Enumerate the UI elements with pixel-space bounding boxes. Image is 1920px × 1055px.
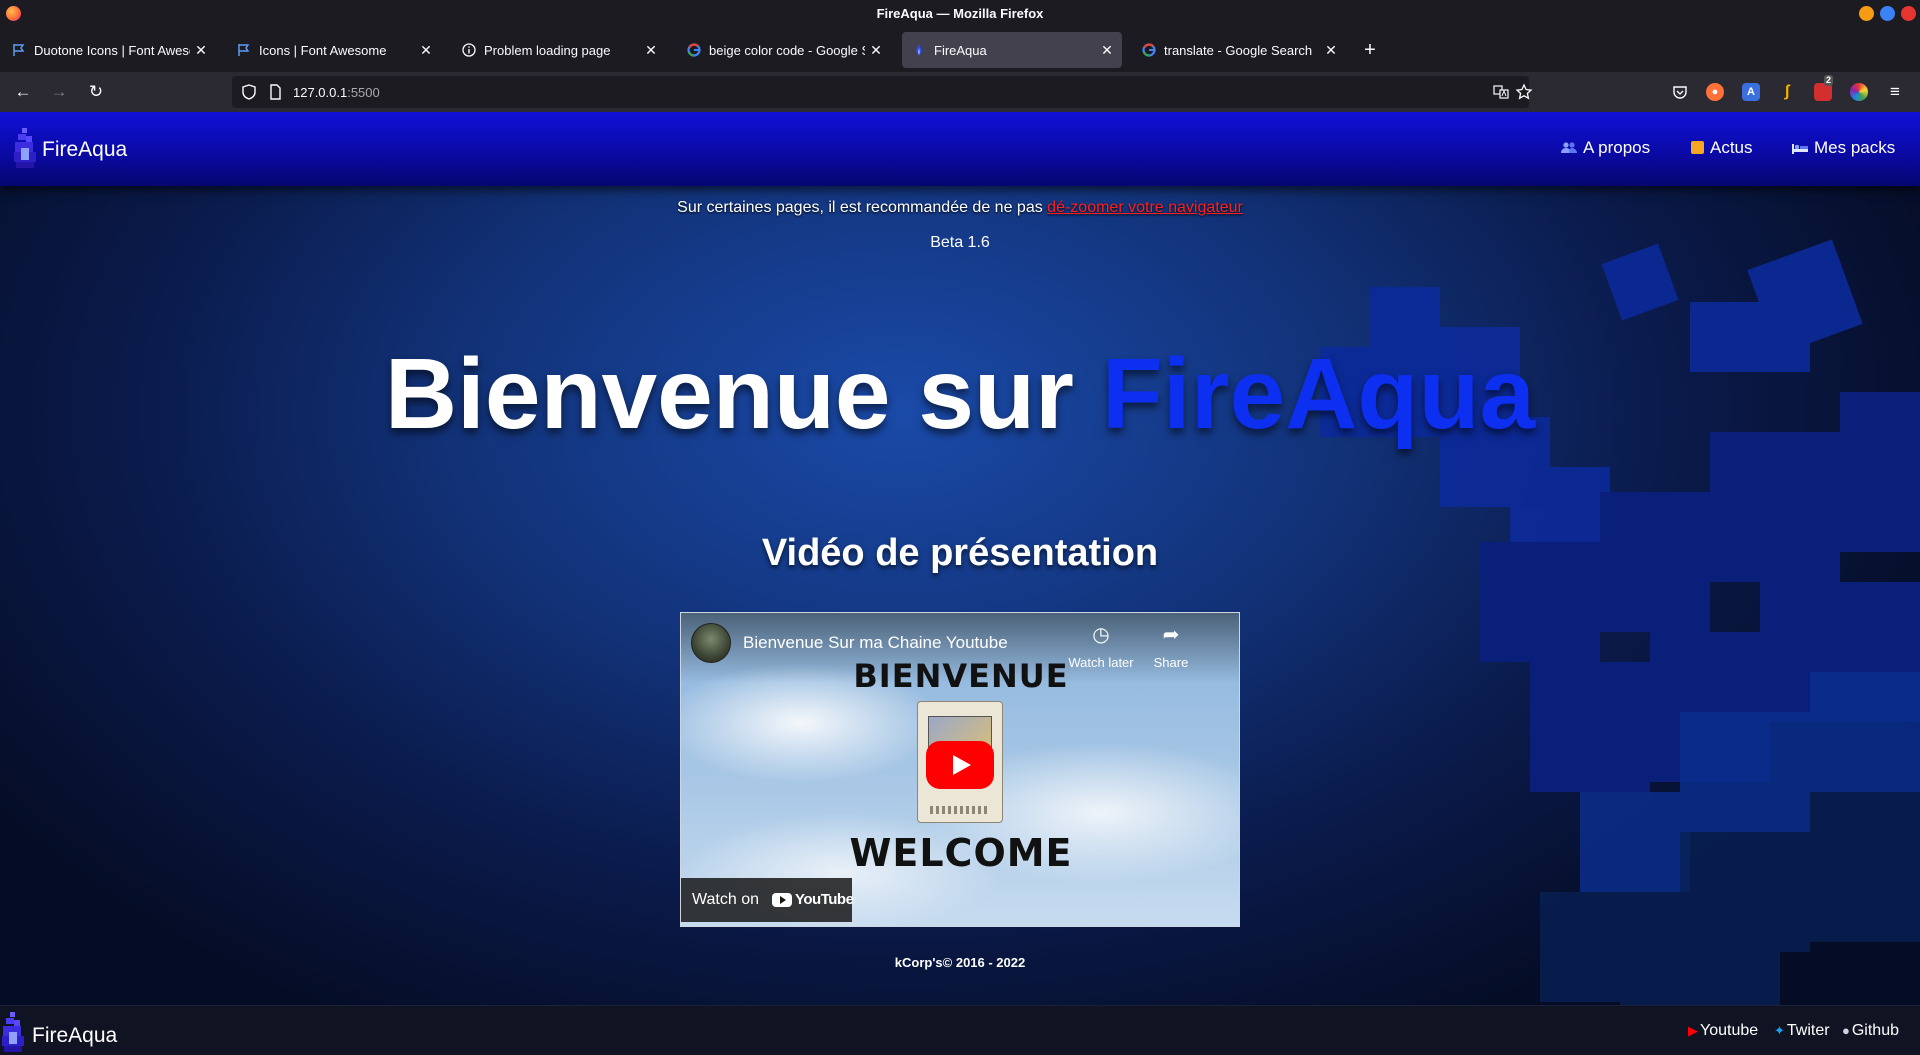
tab-fireaqua[interactable]: FireAqua ✕ (902, 32, 1122, 68)
google-icon (1142, 43, 1156, 57)
extension-color-picker-icon[interactable] (1850, 83, 1868, 101)
info-icon (462, 43, 476, 57)
flag-icon (238, 44, 250, 56)
url-text[interactable]: 127.0.0.1:5500 (293, 85, 380, 100)
rss-icon (1691, 141, 1704, 154)
tab-duotone-icons[interactable]: Duotone Icons | Font Awesome ✕ (2, 32, 216, 68)
footer-link-youtube[interactable]: ▶ Youtube (1688, 1022, 1758, 1040)
footer-brand-name: FireAqua (32, 1024, 118, 1047)
footer-link-label: Twiter (1786, 1022, 1830, 1039)
bed-icon (1792, 139, 1808, 154)
extension-badge-icon[interactable]: 2 (1814, 75, 1834, 101)
fireaqua-logo-icon (14, 128, 36, 168)
back-arrow-icon[interactable]: ← (11, 80, 35, 104)
page-icon[interactable] (266, 83, 284, 101)
extension-orange-icon[interactable]: ● (1706, 83, 1724, 101)
tab-label: beige color code - Google Search (709, 43, 865, 58)
close-tab-icon[interactable]: ✕ (417, 41, 435, 59)
brand-name: FireAqua (42, 138, 128, 161)
watch-on-youtube-button[interactable]: Watch on YouTube (681, 878, 854, 922)
watch-on-label: Watch on (692, 891, 759, 908)
tab-label: translate - Google Search (1164, 43, 1313, 58)
tab-strip: Duotone Icons | Font Awesome ✕ Icons | F… (0, 28, 1920, 72)
window-titlebar: FireAqua — Mozilla Firefox (0, 0, 1920, 28)
fireaqua-icon (916, 44, 922, 56)
tab-icons-font-awesome[interactable]: Icons | Font Awesome ✕ (227, 32, 441, 68)
flag-icon (13, 44, 25, 56)
extension-pen-icon[interactable]: ʃ (1778, 83, 1796, 101)
translate-icon[interactable] (1492, 83, 1510, 101)
close-tab-icon[interactable]: ✕ (867, 41, 885, 59)
zoom-notice: Sur certaines pages, il est recommandée … (0, 199, 1920, 217)
tab-beige-color-code[interactable]: beige color code - Google Search ✕ (677, 32, 891, 68)
nav-link-label: A propos (1583, 138, 1651, 157)
tab-label: Duotone Icons | Font Awesome (34, 43, 190, 58)
footer-link-github[interactable]: ● Github (1842, 1022, 1899, 1040)
minimize-button[interactable] (1859, 6, 1874, 21)
play-button-icon[interactable] (926, 741, 994, 789)
copyright-text: kCorp's© 2016 - 2022 (894, 955, 1026, 970)
fireaqua-logo-icon (2, 1012, 24, 1052)
thumbnail-top-text: BIENVENUE (853, 657, 1069, 695)
close-tab-icon[interactable]: ✕ (192, 41, 210, 59)
version-label: Beta 1.6 (930, 234, 990, 251)
maximize-button[interactable] (1880, 6, 1895, 21)
pocket-icon[interactable] (1671, 83, 1689, 101)
share-arrow-icon: ➦ (1162, 624, 1180, 646)
page-viewport: FireAqua A propos Actus Mes packs Sur ce… (0, 112, 1920, 1055)
tab-label: FireAqua (934, 43, 987, 58)
extension-translate-icon[interactable]: A (1742, 83, 1760, 101)
close-tab-icon[interactable]: ✕ (1098, 41, 1116, 59)
notice-link[interactable]: dé-zoomer votre navigateur (1047, 199, 1243, 216)
hero-highlight: FireAqua (1101, 338, 1536, 450)
nav-link-mes-packs[interactable]: Mes packs (1792, 138, 1895, 158)
twitter-icon: ✦ (1774, 1023, 1785, 1038)
tab-label: Icons | Font Awesome (259, 43, 387, 58)
site-navbar: FireAqua A propos Actus Mes packs (0, 112, 1920, 186)
video-section-title: Vidéo de présentation (761, 532, 1159, 574)
hero-heading: Bienvenue sur FireAqua (0, 337, 1920, 452)
close-window-button[interactable] (1901, 6, 1916, 21)
footer-link-twitter[interactable]: ✦ Twiter (1774, 1022, 1830, 1040)
youtube-icon: ▶ (1688, 1023, 1698, 1038)
footer-link-label: Github (1851, 1022, 1899, 1039)
new-tab-icon[interactable]: + (1358, 38, 1382, 62)
close-tab-icon[interactable]: ✕ (1322, 41, 1340, 59)
url-bar[interactable]: 127.0.0.1:5500 (232, 76, 1533, 108)
nav-link-label: Mes packs (1814, 138, 1896, 157)
tab-translate[interactable]: translate - Google Search ✕ (1132, 32, 1346, 68)
thumbnail-bottom-text: WELCOME (849, 831, 1073, 875)
navigation-toolbar: ← → ↻ 127.0.0.1:5500 ● A ʃ 2 ≡ (0, 72, 1920, 112)
clock-icon: ◷ (1092, 624, 1110, 646)
youtube-logo-icon (772, 893, 792, 907)
extension-badge-count: 2 (1824, 75, 1834, 86)
reload-icon[interactable]: ↻ (84, 80, 108, 104)
hero-prefix: Bienvenue sur (384, 338, 1074, 450)
tab-problem-loading[interactable]: Problem loading page ✕ (452, 32, 666, 68)
youtube-embed[interactable]: Bienvenue Sur ma Chaine Youtube ◷ Watch … (680, 612, 1240, 927)
bookmark-star-icon[interactable] (1515, 83, 1533, 101)
nav-link-actus[interactable]: Actus (1691, 138, 1753, 158)
google-icon (687, 43, 701, 57)
youtube-wordmark: YouTube (795, 891, 854, 908)
footer-link-label: Youtube (1700, 1022, 1759, 1039)
close-tab-icon[interactable]: ✕ (642, 41, 660, 59)
tab-label: Problem loading page (484, 43, 611, 58)
github-icon: ● (1842, 1023, 1850, 1038)
users-icon (1561, 139, 1577, 153)
nav-link-a-propos[interactable]: A propos (1561, 138, 1650, 158)
window-title: FireAqua — Mozilla Firefox (876, 6, 1044, 21)
menu-hamburger-icon[interactable]: ≡ (1883, 80, 1907, 104)
forward-arrow-icon[interactable]: → (47, 80, 71, 104)
notice-text: Sur certaines pages, il est recommandée … (677, 199, 1043, 216)
site-footer: FireAqua ▶ Youtube ✦ Twiter ● Github (0, 1005, 1920, 1055)
shield-icon[interactable] (240, 83, 258, 101)
video-title[interactable]: Bienvenue Sur ma Chaine Youtube (743, 633, 1008, 653)
nav-link-label: Actus (1710, 138, 1753, 157)
